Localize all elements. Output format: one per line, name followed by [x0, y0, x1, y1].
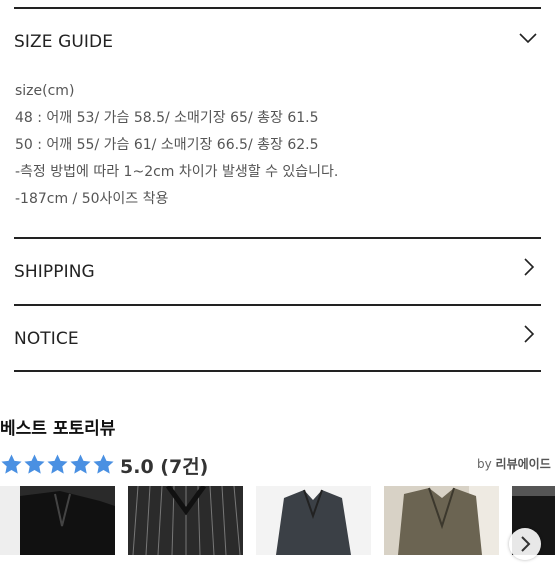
bottom-divider — [14, 370, 541, 372]
arrow-right-icon — [521, 536, 531, 552]
next-review-button[interactable] — [509, 528, 541, 560]
by-prefix: by — [477, 457, 492, 471]
size-unit-line: size(cm) — [15, 83, 75, 99]
size-guide-body: size(cm) 48 : 어깨 53/ 가슴 58.5/ 소매기장 65/ 총… — [15, 78, 338, 213]
review-photo-1[interactable] — [0, 486, 115, 555]
size-50-line: 50 : 어깨 55/ 가슴 61/ 소매기장 66.5/ 총장 62.5 — [15, 137, 319, 153]
best-photo-review-heading: 베스트 포토리뷰 — [0, 419, 116, 439]
star-icon — [93, 454, 114, 474]
star-icon — [24, 454, 45, 474]
size-guide-title: SIZE GUIDE — [14, 32, 114, 52]
review-photo-2[interactable] — [128, 486, 243, 555]
jacket-photo — [384, 486, 499, 555]
rating-score: 5.0 (7건) — [120, 456, 209, 478]
review-provider-credit[interactable]: by 리뷰에이드 — [477, 455, 551, 472]
chevron-right-icon — [524, 325, 535, 343]
review-photo-4[interactable] — [384, 486, 499, 555]
shipping-title: SHIPPING — [14, 262, 95, 282]
notice-divider — [14, 304, 541, 306]
jacket-photo — [256, 486, 371, 555]
notice-title: NOTICE — [14, 329, 79, 349]
size-48-line: 48 : 어깨 53/ 가슴 58.5/ 소매기장 65/ 총장 61.5 — [15, 110, 319, 126]
jacket-photo — [128, 486, 243, 555]
model-fit-line: -187cm / 50사이즈 착용 — [15, 191, 169, 207]
chevron-down-icon — [519, 33, 537, 44]
shipping-divider — [14, 237, 541, 239]
chevron-right-icon — [524, 258, 535, 276]
measure-note-line: -측정 방법에 따라 1~2cm 차이가 발생할 수 있습니다. — [15, 164, 339, 180]
top-divider — [14, 7, 541, 9]
review-provider-name: 리뷰에이드 — [495, 457, 551, 471]
star-icon — [1, 454, 22, 474]
review-photo-3[interactable] — [256, 486, 371, 555]
star-icon — [47, 454, 68, 474]
jacket-photo — [0, 486, 115, 555]
star-icon — [70, 454, 91, 474]
rating-stars — [0, 453, 115, 476]
